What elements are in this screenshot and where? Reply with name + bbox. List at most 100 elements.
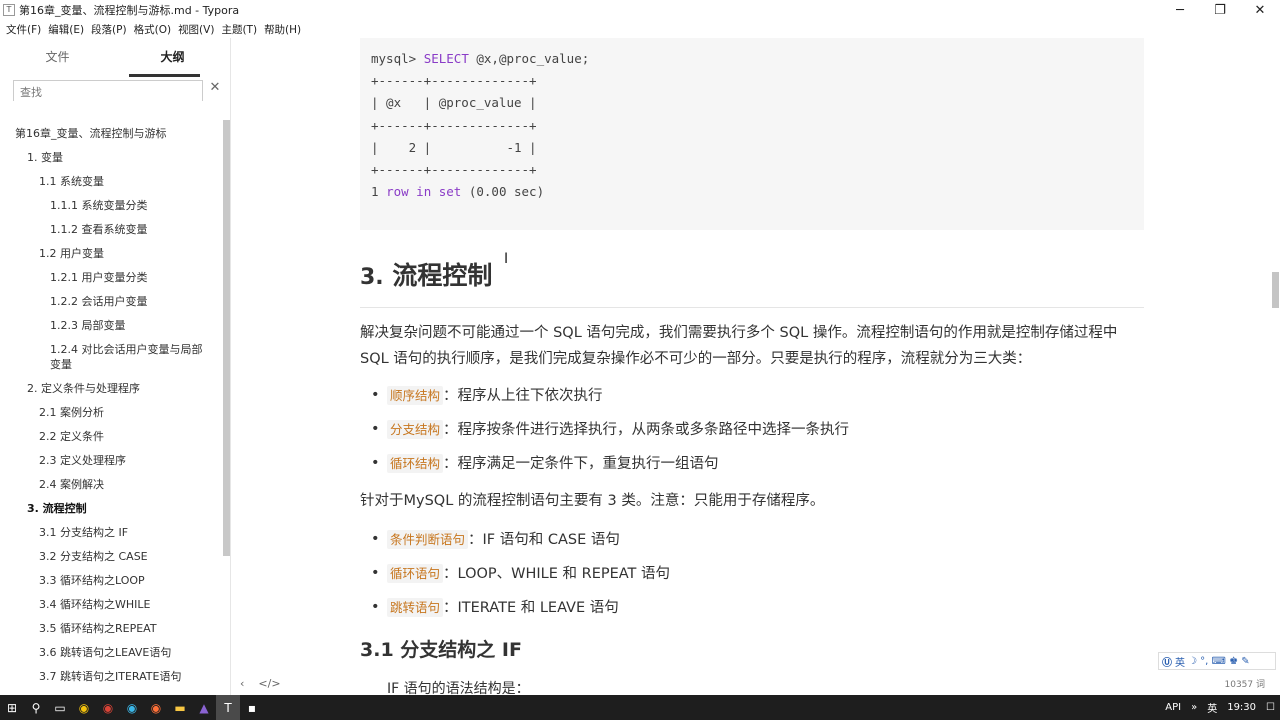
code-text: 1 [371, 184, 387, 200]
intro-paragraph[interactable]: 解决复杂问题不可能通过一个 SQL 语句完成，我们需要执行多个 SQL 操作。流… [360, 320, 1144, 372]
code-text: +------+-------------+ [371, 117, 537, 133]
close-window-button[interactable]: ✕ [1240, 0, 1280, 20]
code-text: | @x | @proc_value | [371, 95, 537, 111]
list-item-text: ：LOOP、WHILE 和 REPEAT 语句 [443, 566, 671, 582]
menu-view[interactable]: 视图(V) [177, 20, 215, 38]
outline-item[interactable]: 3. 流程控制 [0, 497, 222, 521]
active-tab-indicator [129, 74, 200, 77]
text-cursor-icon: I [504, 251, 509, 267]
structure-list: 顺序结构：程序从上往下依次执行分支结构：程序按条件进行选择执行，从两条或多条路径… [360, 379, 1144, 481]
menu-paragraph[interactable]: 段落(P) [90, 20, 128, 38]
outline-item[interactable]: 3.5 循环结构之REPEAT [0, 617, 222, 641]
list-item[interactable]: 循环结构：程序满足一定条件下，重复执行一组语句 [360, 447, 1144, 481]
outline-item[interactable]: 2. 定义条件与处理程序 [0, 377, 222, 401]
ime-language[interactable]: 英 [1175, 654, 1185, 669]
tab-files[interactable]: 文件 [0, 38, 115, 78]
task-view-icon[interactable]: ▭ [48, 695, 72, 720]
list-item-text: ：ITERATE 和 LEAVE 语句 [443, 600, 619, 616]
editor-content[interactable]: mysql> SELECT @x,@proc_value; +------+---… [232, 38, 1272, 698]
tray-overflow-icon[interactable]: » [1191, 702, 1197, 713]
ime-toolbar[interactable]: Ⓤ 英 ☽ °, ⌨ ♚ ✎ [1158, 652, 1276, 670]
outline-item[interactable]: 1.2 用户变量 [0, 242, 222, 266]
chrome-icon[interactable]: ◉ [72, 695, 96, 720]
inline-code: 循环结构 [387, 454, 444, 473]
close-icon[interactable]: ✕ [208, 80, 222, 95]
code-text: | 2 | -1 | [371, 139, 537, 155]
list-item-text: ：程序从上往下依次执行 [443, 388, 603, 404]
notification-icon[interactable]: ☐ [1266, 702, 1275, 713]
list-item[interactable]: 条件判断语句：IF 语句和 CASE 语句 [360, 523, 1144, 557]
heading-number: 3. [360, 265, 384, 290]
editor-scrollbar[interactable] [1272, 272, 1279, 308]
outline-item[interactable]: 3.4 循环结构之WHILE [0, 593, 222, 617]
menu-file[interactable]: 文件(F) [5, 20, 42, 38]
tray-api-label[interactable]: API [1165, 702, 1181, 713]
tray-language[interactable]: 英 [1207, 700, 1217, 715]
outline-item[interactable]: 1.2.2 会话用户变量 [0, 290, 222, 314]
maximize-button[interactable]: ❐ [1200, 0, 1240, 20]
outline-item[interactable]: 3.6 跳转语句之LEAVE语句 [0, 641, 222, 665]
menu-help[interactable]: 帮助(H) [263, 20, 302, 38]
firefox-icon[interactable]: ◉ [144, 695, 168, 720]
visual-studio-icon[interactable]: ▲ [192, 695, 216, 720]
outline-item[interactable]: 第16章_变量、流程控制与游标 [0, 122, 222, 146]
window-controls: ─ ❐ ✕ [1160, 0, 1280, 20]
outline-item[interactable]: 3.3 循环结构之LOOP [0, 569, 222, 593]
inline-code: 跳转语句 [387, 598, 444, 617]
list-item[interactable]: 跳转语句：ITERATE 和 LEAVE 语句 [360, 591, 1144, 625]
typora-taskbar-icon[interactable]: T [216, 695, 240, 720]
tab-outline[interactable]: 大纲 [115, 38, 230, 78]
outline-item[interactable]: 3.2 分支结构之 CASE [0, 545, 222, 569]
typora-app-icon: T [3, 4, 15, 16]
minimize-button[interactable]: ─ [1160, 0, 1200, 20]
chrome-alt-icon[interactable]: ◉ [96, 695, 120, 720]
menu-bar: 文件(F) 编辑(E) 段落(P) 格式(O) 视图(V) 主题(T) 帮助(H… [0, 20, 302, 38]
outline-item[interactable]: 2.3 定义处理程序 [0, 449, 222, 473]
outline-item[interactable]: 1.1.2 查看系统变量 [0, 218, 222, 242]
list-item-text: ：程序满足一定条件下，重复执行一组语句 [443, 456, 719, 472]
outline-item[interactable]: 1. 变量 [0, 146, 222, 170]
outline-item[interactable]: 1.2.1 用户变量分类 [0, 266, 222, 290]
list-item[interactable]: 分支结构：程序按条件进行选择执行，从两条或多条路径中选择一条执行 [360, 413, 1144, 447]
outline-search-input[interactable] [14, 83, 202, 102]
outline-item[interactable]: 2.4 案例解决 [0, 473, 222, 497]
code-text: +------+-------------+ [371, 162, 537, 178]
outline-list: 第16章_变量、流程控制与游标 1. 变量 1.1 系统变量 1.1.1 系统变量分类… [0, 122, 222, 689]
code-text: +------+-------------+ [371, 73, 537, 89]
search-icon[interactable]: ⚲ [24, 695, 48, 720]
code-block[interactable]: mysql> SELECT @x,@proc_value; +------+---… [360, 38, 1144, 230]
file-explorer-icon[interactable]: ▬ [168, 695, 192, 720]
heading-text: 流程控制 [392, 261, 493, 290]
outline-item[interactable]: 1.2.3 局部变量 [0, 314, 222, 338]
menu-edit[interactable]: 编辑(E) [47, 20, 85, 38]
title-bar: T 第16章_变量、流程控制与游标.md - Typora ─ ❐ ✕ [0, 0, 1280, 20]
heading-if-branch[interactable]: 3.1 分支结构之 IF [360, 635, 522, 662]
terminal-icon[interactable]: ▪ [240, 695, 264, 720]
outline-item[interactable]: 1.2.4 对比会话用户变量与局部变量 [0, 338, 222, 377]
heading-flow-control[interactable]: 3. 流程控制 [360, 256, 492, 292]
menu-theme[interactable]: 主题(T) [220, 20, 258, 38]
outline-item[interactable]: 2.2 定义条件 [0, 425, 222, 449]
list-item[interactable]: 循环语句：LOOP、WHILE 和 REPEAT 语句 [360, 557, 1144, 591]
mysql-note-paragraph[interactable]: 针对于MySQL 的流程控制语句主要有 3 类。注意：只能用于存储程序。 [360, 488, 1144, 514]
code-line: 1 row in set (0.00 sec) [371, 181, 1144, 203]
outline-item[interactable]: 2.1 案例分析 [0, 401, 222, 425]
outline-item[interactable]: 1.1.1 系统变量分类 [0, 194, 222, 218]
sidebar-scrollbar[interactable] [223, 120, 230, 556]
outline-item[interactable]: 3.7 跳转语句之ITERATE语句 [0, 665, 222, 689]
menu-format[interactable]: 格式(O) [133, 20, 172, 38]
windows-start-icon[interactable]: ⊞ [0, 695, 24, 720]
list-item[interactable]: 顺序结构：程序从上往下依次执行 [360, 379, 1144, 413]
outline-item[interactable]: 3.1 分支结构之 IF [0, 521, 222, 545]
code-line: +------+-------------+ [371, 70, 1144, 92]
edge-icon[interactable]: ◉ [120, 695, 144, 720]
ime-logo-icon: Ⓤ [1162, 657, 1172, 669]
list-item-text: ：IF 语句和 CASE 语句 [468, 532, 620, 548]
inline-code: 循环语句 [387, 564, 444, 583]
ime-tool-icons[interactable]: ☽ °, ⌨ ♚ ✎ [1188, 656, 1250, 667]
word-count[interactable]: 10357 词 [1225, 677, 1266, 690]
outline-item[interactable]: 1.1 系统变量 [0, 170, 222, 194]
taskbar: ⊞ ⚲ ▭ ◉ ◉ ◉ ◉ ▬ ▲ T ▪ API » 英 19:30 ☐ [0, 695, 1280, 720]
clock[interactable]: 19:30 [1227, 702, 1256, 713]
heading-divider [360, 307, 1144, 308]
